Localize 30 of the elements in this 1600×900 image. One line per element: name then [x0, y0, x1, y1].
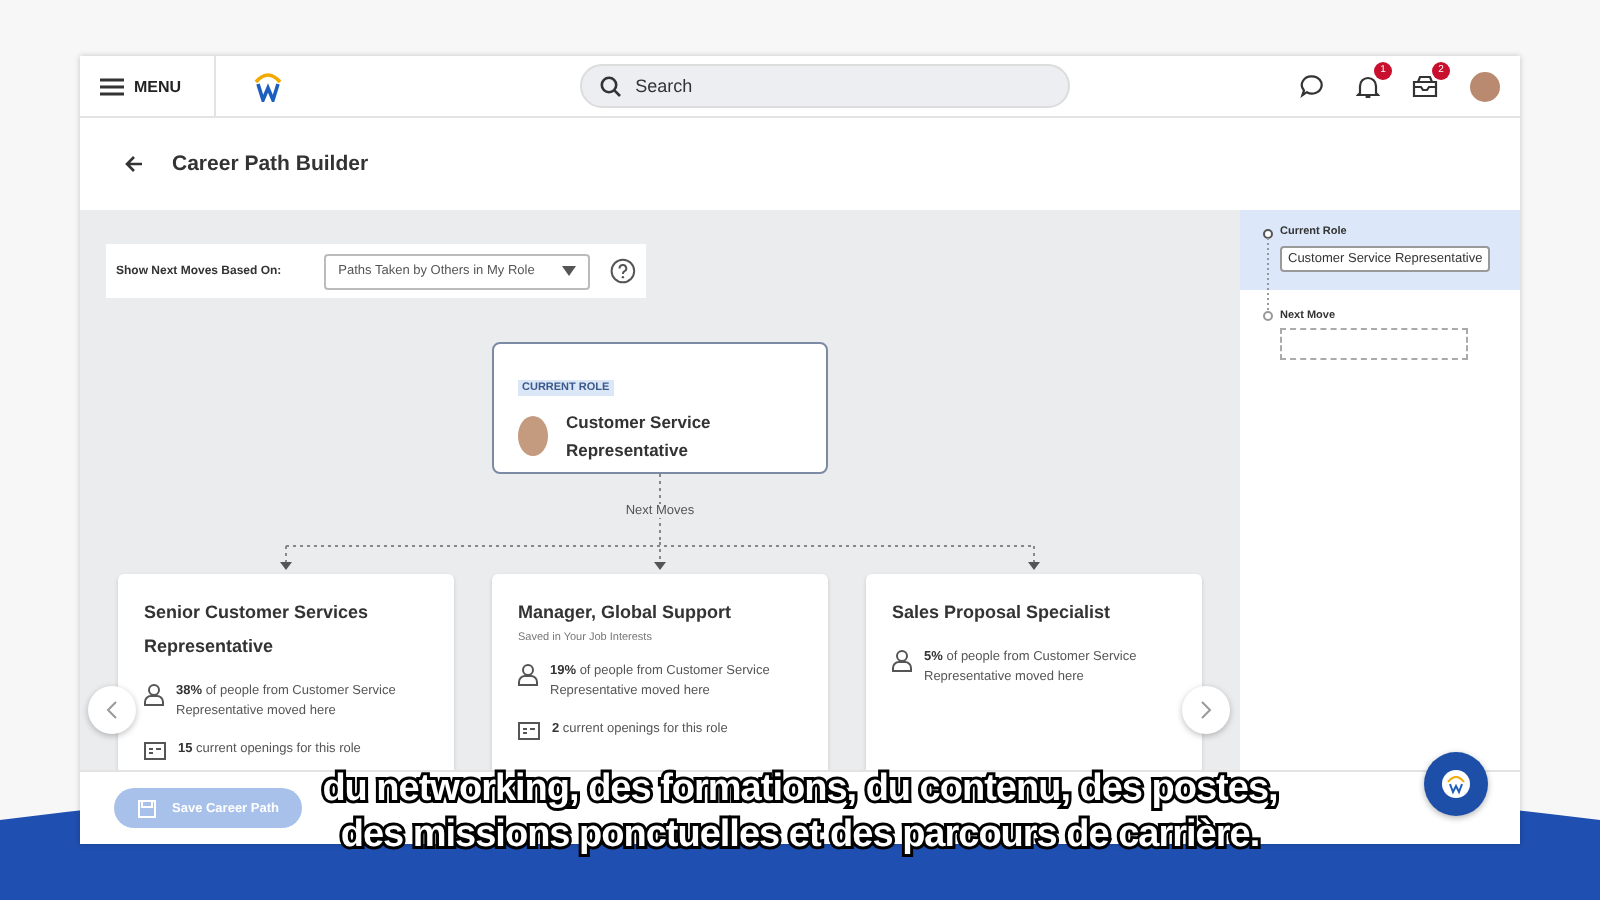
save-icon — [138, 799, 156, 817]
person-icon — [144, 684, 164, 706]
search-field[interactable]: Search — [579, 64, 1070, 108]
id-card-icon — [144, 742, 166, 760]
menu-icon — [100, 77, 124, 95]
card-title: Manager, Global Support — [518, 600, 732, 626]
back-arrow-icon[interactable] — [124, 154, 144, 174]
user-avatar[interactable] — [1470, 71, 1500, 101]
w-logo-icon[interactable] — [251, 70, 284, 102]
person-icon — [518, 664, 538, 686]
page-title: Career Path Builder — [172, 152, 369, 176]
role-title: Customer Service Representative — [566, 410, 713, 464]
chevron-right-icon — [1200, 700, 1212, 720]
connector-line — [658, 474, 662, 542]
menu-button[interactable]: MENU — [100, 77, 182, 95]
card-title: Senior Customer Services Representative — [144, 600, 371, 660]
card-title: Sales Proposal Specialist — [892, 600, 1111, 626]
person-icon — [892, 650, 912, 672]
caret-icon — [562, 266, 577, 276]
bell-icon[interactable] — [1356, 73, 1380, 99]
search-icon — [599, 76, 622, 98]
chevron-left-icon — [106, 700, 118, 720]
person-avatar — [518, 416, 548, 456]
id-card-icon — [518, 722, 540, 740]
subtitle-line: du networking, des formations, du contenu, des postes, — [322, 766, 1278, 812]
path-timeline-drawing — [1262, 228, 1274, 324]
help-icon[interactable] — [610, 258, 637, 284]
w-logo-icon — [1440, 768, 1472, 800]
inbox-icon[interactable] — [1412, 74, 1438, 98]
chat-icon[interactable] — [1300, 74, 1324, 98]
